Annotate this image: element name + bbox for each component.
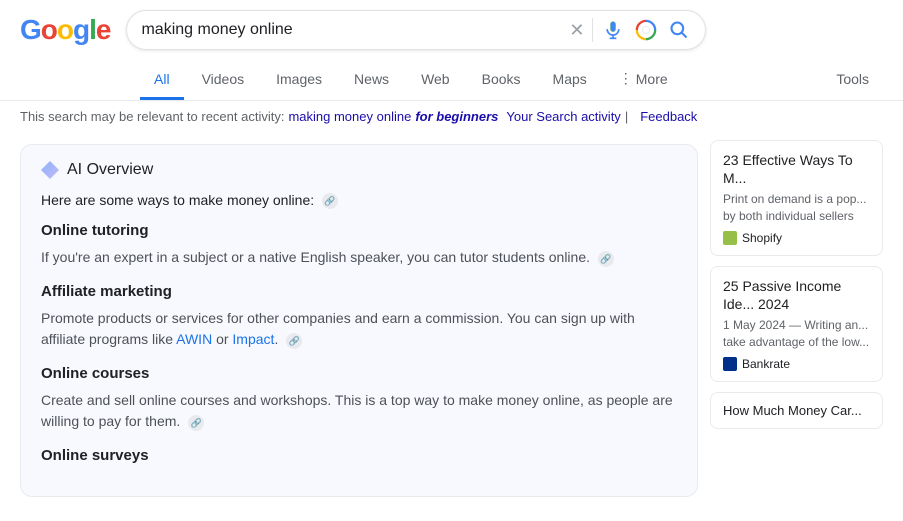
- tutoring-heading: Online tutoring: [41, 219, 677, 243]
- bankrate-card-title: 25 Passive Income Ide... 2024: [723, 277, 870, 313]
- affiliate-text: Promote products or services for other c…: [41, 308, 677, 350]
- ai-overview-body: Here are some ways to make money online:…: [41, 189, 677, 468]
- microphone-icon: [603, 20, 623, 40]
- tab-all[interactable]: All: [140, 61, 184, 100]
- right-card-howmuch[interactable]: How Much Money Car...: [710, 392, 883, 429]
- ai-diamond-icon: [41, 161, 59, 179]
- surveys-heading: Online surveys: [41, 444, 677, 468]
- ai-overview-header: AI Overview: [41, 161, 677, 179]
- right-column: 23 Effective Ways To M... Print on deman…: [698, 132, 883, 521]
- affiliate-heading: Affiliate marketing: [41, 280, 677, 304]
- right-card-bankrate[interactable]: 25 Passive Income Ide... 2024 1 May 2024…: [710, 266, 883, 382]
- bankrate-card-desc: 1 May 2024 — Writing an... take advantag…: [723, 317, 870, 351]
- ai-result-surveys: Online surveys: [41, 444, 677, 468]
- main-content: AI Overview Here are some ways to make m…: [0, 132, 903, 521]
- courses-heading: Online courses: [41, 362, 677, 386]
- nav-tabs: All Videos Images News Web Books Maps ⋮ …: [0, 60, 903, 101]
- impact-link[interactable]: Impact: [232, 331, 274, 347]
- awin-link[interactable]: AWIN: [176, 331, 212, 347]
- your-search-activity-link[interactable]: Your Search activity: [506, 109, 620, 124]
- clear-icon[interactable]: ✕: [569, 20, 584, 41]
- recent-query-link[interactable]: making money online: [288, 109, 411, 124]
- separator: |: [625, 109, 628, 124]
- recent-activity-bar: This search may be relevant to recent ac…: [0, 101, 903, 132]
- tab-books[interactable]: Books: [468, 61, 535, 100]
- tab-news[interactable]: News: [340, 61, 403, 100]
- ai-result-tutoring: Online tutoring If you're an expert in a…: [41, 219, 677, 268]
- divider: [592, 18, 593, 42]
- tab-images[interactable]: Images: [262, 61, 336, 100]
- ai-result-affiliate: Affiliate marketing Promote products or …: [41, 280, 677, 350]
- header: Google making money online ✕: [0, 0, 903, 60]
- tab-tools[interactable]: Tools: [822, 61, 883, 100]
- voice-search-button[interactable]: [601, 18, 625, 42]
- tutoring-text: If you're an expert in a subject or a na…: [41, 247, 677, 268]
- right-card-shopify[interactable]: 23 Effective Ways To M... Print on deman…: [710, 140, 883, 256]
- shopify-source-name: Shopify: [742, 231, 782, 245]
- tab-videos[interactable]: Videos: [188, 61, 259, 100]
- search-icon: [669, 20, 689, 40]
- intro-link-chip[interactable]: 🔗: [322, 193, 338, 209]
- search-input[interactable]: making money online: [141, 21, 561, 39]
- left-column: AI Overview Here are some ways to make m…: [20, 132, 698, 521]
- bankrate-source-name: Bankrate: [742, 357, 790, 371]
- shopify-card-source: Shopify: [723, 231, 870, 245]
- recent-prefix: This search may be relevant to recent ac…: [20, 109, 284, 124]
- tab-more[interactable]: ⋮ More: [605, 60, 682, 100]
- shopify-card-title: 23 Effective Ways To M...: [723, 151, 870, 187]
- ai-result-courses: Online courses Create and sell online co…: [41, 362, 677, 432]
- shopify-source-icon: [723, 231, 737, 245]
- google-lens-button[interactable]: [633, 17, 659, 43]
- howmuch-card-title: How Much Money Car...: [723, 403, 870, 418]
- recent-bold-link[interactable]: for beginners: [415, 109, 498, 124]
- search-button[interactable]: [667, 18, 691, 42]
- tutoring-link-chip[interactable]: 🔗: [598, 251, 614, 267]
- ai-overview-box: AI Overview Here are some ways to make m…: [20, 144, 698, 497]
- ai-intro-text: Here are some ways to make money online:: [41, 192, 314, 208]
- affiliate-link-chip[interactable]: 🔗: [286, 333, 302, 349]
- tab-web[interactable]: Web: [407, 61, 464, 100]
- tab-maps[interactable]: Maps: [539, 61, 601, 100]
- bankrate-source-icon: [723, 357, 737, 371]
- courses-link-chip[interactable]: 🔗: [188, 415, 204, 431]
- lens-icon: [635, 19, 657, 41]
- ai-overview-title: AI Overview: [67, 161, 153, 179]
- more-icon: ⋮: [619, 70, 633, 87]
- feedback-link[interactable]: Feedback: [640, 109, 697, 124]
- bankrate-card-source: Bankrate: [723, 357, 870, 371]
- courses-text: Create and sell online courses and works…: [41, 390, 677, 432]
- shopify-card-desc: Print on demand is a pop... by both indi…: [723, 191, 870, 225]
- search-bar: making money online ✕: [126, 10, 706, 50]
- google-logo: Google: [20, 14, 110, 46]
